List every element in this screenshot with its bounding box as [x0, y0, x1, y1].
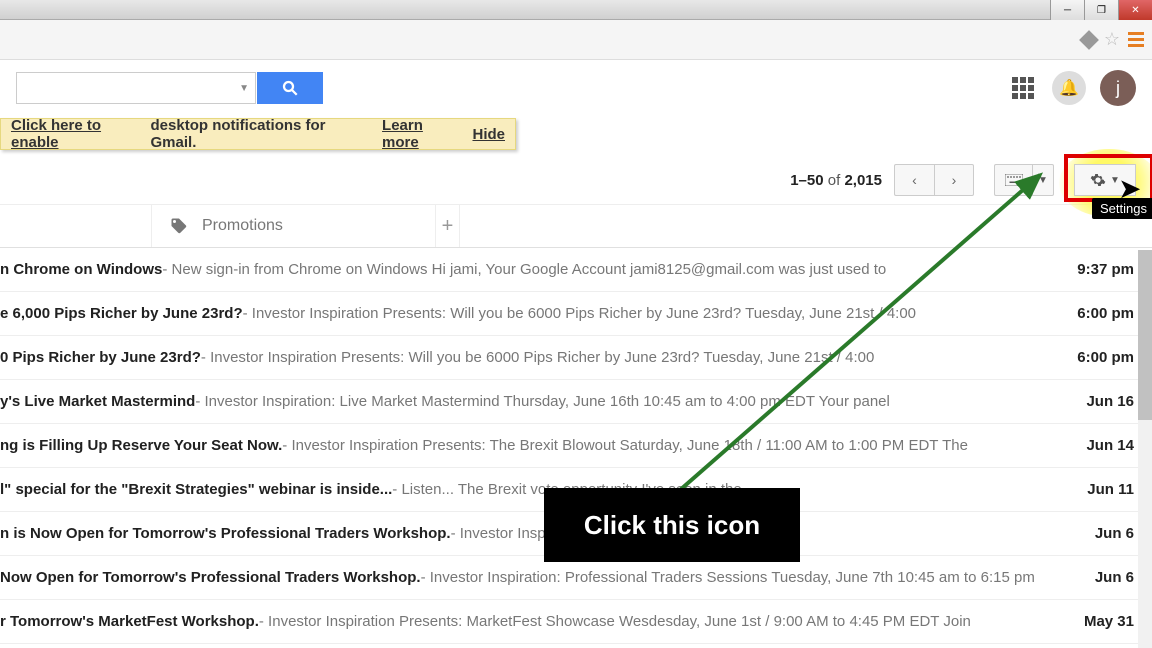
input-tools-button[interactable]: ▼ [994, 164, 1054, 196]
email-row[interactable]: ng is Filling Up Reserve Your Seat Now. … [0, 424, 1152, 468]
gear-icon [1090, 172, 1106, 188]
tab-promotions[interactable]: Promotions [152, 205, 436, 247]
tab-add-button[interactable]: + [436, 205, 460, 247]
email-time: Jun 6 [1083, 525, 1134, 542]
email-time: May 31 [1072, 613, 1134, 630]
settings-tooltip: Settings [1092, 198, 1152, 219]
newer-button[interactable]: ‹ [894, 164, 934, 196]
email-snippet: - Investor Inspiration: Live Market Mast… [195, 393, 890, 410]
email-snippet: - Investor Inspiration: Professional Tra… [421, 569, 1035, 586]
email-snippet: - Investor Inspiration Presents: Will yo… [243, 305, 916, 322]
avatar[interactable]: j [1100, 70, 1136, 106]
email-row[interactable]: e 6,000 Pips Richer by June 23rd? - Inve… [0, 292, 1152, 336]
search-button[interactable] [257, 72, 323, 104]
search-input[interactable]: ▼ [16, 72, 256, 104]
tag-icon [170, 217, 188, 235]
email-time: 9:37 pm [1065, 261, 1134, 278]
chevron-down-icon: ▼ [1110, 175, 1120, 186]
email-time: Jun 11 [1075, 481, 1134, 498]
star-icon[interactable]: ☆ [1104, 29, 1120, 50]
minimize-button[interactable]: ─ [1050, 0, 1084, 20]
email-subject: Now Open for Tomorrow's Professional Tra… [0, 569, 421, 586]
email-time: 6:00 pm [1065, 349, 1134, 366]
maximize-button[interactable]: ❐ [1084, 0, 1118, 20]
scrollbar-track[interactable] [1138, 250, 1152, 648]
email-subject: y's Live Market Mastermind [0, 393, 195, 410]
apps-grid-icon[interactable] [1012, 77, 1034, 99]
email-subject: l" special for the "Brexit Strategies" w… [0, 481, 392, 498]
email-snippet: - New sign-in from Chrome on Windows Hi … [162, 261, 886, 278]
email-snippet: - Investor Inspiration Presents: MarketF… [259, 613, 971, 630]
email-snippet: - Investor Inspiration Presents: Will yo… [201, 349, 874, 366]
email-time: Jun 16 [1074, 393, 1134, 410]
settings-button[interactable]: ▼ [1074, 164, 1136, 196]
input-tools-dropdown-icon[interactable]: ▼ [1032, 164, 1054, 196]
scrollbar-thumb[interactable] [1138, 250, 1152, 420]
email-time: 6:00 pm [1065, 305, 1134, 322]
banner-hide-link[interactable]: Hide [472, 126, 505, 143]
tab-primary[interactable] [0, 205, 152, 247]
email-subject: 0 Pips Richer by June 23rd? [0, 349, 201, 366]
email-list: n Chrome on Windows - New sign-in from C… [0, 248, 1152, 644]
desktop-notifications-banner: Click here to enable desktop notificatio… [0, 118, 516, 150]
maximize-icon: ❐ [1097, 5, 1106, 16]
settings-button-wrap: ▼ Settings ➤ [1074, 164, 1136, 196]
older-button[interactable]: › [934, 164, 974, 196]
mail-toolbar: 1–50 of 2,015 ‹ › ▼ ▼ Settings ➤ [0, 156, 1152, 204]
browser-menu-icon[interactable] [1128, 32, 1144, 47]
search-icon [281, 79, 299, 97]
email-row[interactable]: Now Open for Tomorrow's Professional Tra… [0, 556, 1152, 600]
browser-toolbar: ☆ [0, 20, 1152, 60]
email-snippet: - Investor Inspiration Presents: The Bre… [282, 437, 968, 454]
diamond-icon [1079, 30, 1099, 50]
email-row[interactable]: r Tomorrow's MarketFest Workshop. - Inve… [0, 600, 1152, 644]
range-text: 1–50 [790, 172, 823, 189]
total-text: 2,015 [844, 172, 882, 189]
email-time: Jun 6 [1083, 569, 1134, 586]
banner-text: desktop notifications for Gmail. [151, 117, 373, 151]
email-subject: r Tomorrow's MarketFest Workshop. [0, 613, 259, 630]
email-row[interactable]: y's Live Market Mastermind - Investor In… [0, 380, 1152, 424]
email-subject: n Chrome on Windows [0, 261, 162, 278]
close-button[interactable]: ✕ [1118, 0, 1152, 20]
banner-learn-link[interactable]: Learn more [382, 117, 462, 151]
email-time: Jun 14 [1074, 437, 1134, 454]
banner-enable-link[interactable]: Click here to enable [11, 117, 151, 151]
category-tabs: Promotions + [0, 204, 1152, 248]
minimize-icon: ─ [1064, 5, 1071, 16]
tab-promotions-label: Promotions [202, 217, 283, 235]
close-icon: ✕ [1131, 5, 1139, 16]
gmail-header: ▼ 🔔 j [0, 60, 1152, 116]
email-row[interactable]: 0 Pips Richer by June 23rd? - Investor I… [0, 336, 1152, 380]
notifications-bell-icon[interactable]: 🔔 [1052, 71, 1086, 105]
email-row[interactable]: n Chrome on Windows - New sign-in from C… [0, 248, 1152, 292]
search-dropdown-icon[interactable]: ▼ [239, 83, 249, 94]
email-subject: e 6,000 Pips Richer by June 23rd? [0, 305, 243, 322]
page-count: 1–50 of 2,015 [790, 172, 882, 189]
instruction-callout: Click this icon [544, 488, 800, 562]
keyboard-icon [994, 164, 1032, 196]
window-titlebar: ─ ❐ ✕ [0, 0, 1152, 20]
email-subject: ng is Filling Up Reserve Your Seat Now. [0, 437, 282, 454]
email-subject: n is Now Open for Tomorrow's Professiona… [0, 525, 451, 542]
